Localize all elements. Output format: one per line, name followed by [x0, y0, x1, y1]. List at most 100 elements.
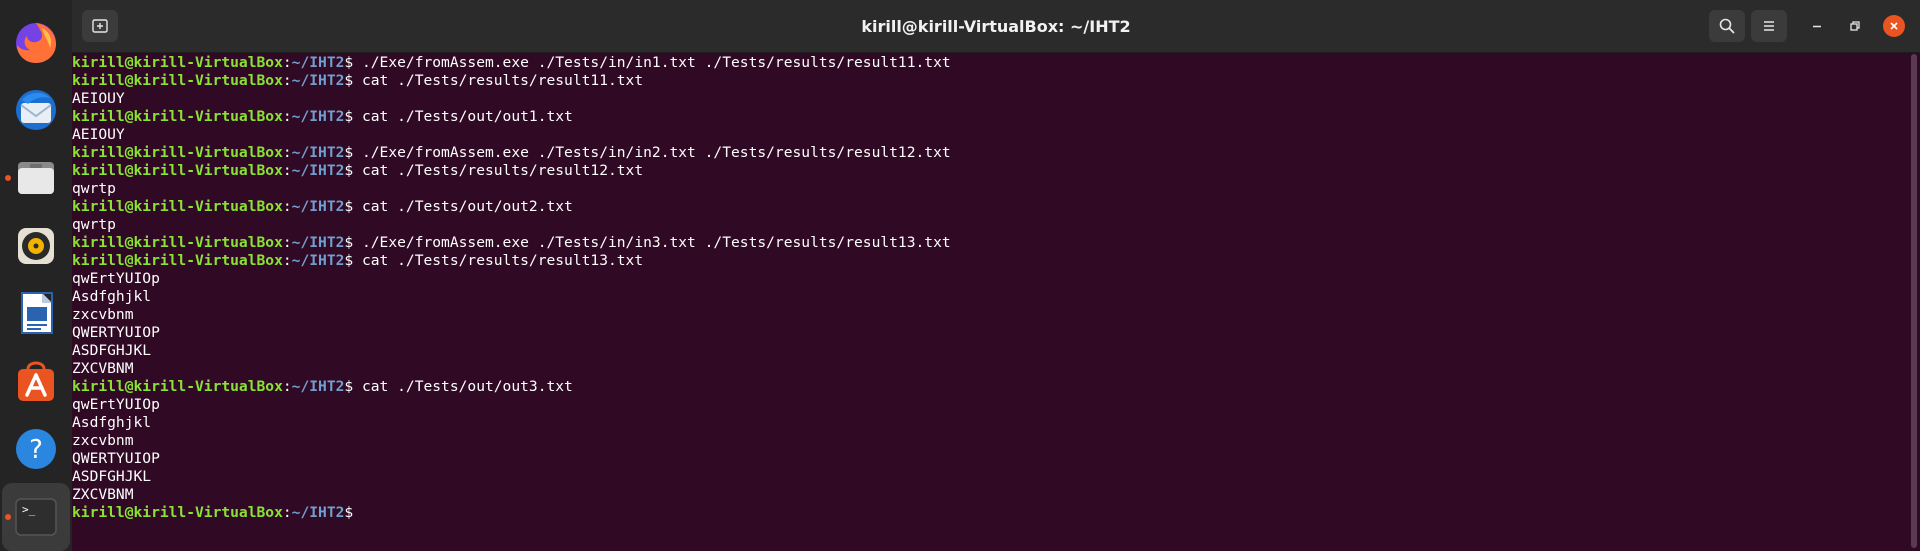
output-line: QWERTYUIOP — [72, 450, 160, 467]
prompt-separator: : — [282, 234, 292, 251]
dock-item-firefox[interactable] — [2, 8, 70, 76]
output-line: ASDFGHJKL — [72, 342, 152, 359]
prompt-path: ~/IHT2 — [291, 162, 345, 179]
output-line: qwrtp — [72, 216, 116, 233]
close-button[interactable] — [1883, 15, 1905, 37]
prompt-path: ~/IHT2 — [291, 72, 345, 89]
maximize-button[interactable] — [1844, 15, 1866, 37]
minimize-icon — [1813, 25, 1821, 28]
prompt-separator: : — [282, 108, 292, 125]
prompt-dollar: $ — [344, 54, 354, 71]
close-icon — [1890, 22, 1898, 30]
command-text: cat ./Tests/out/out3.txt — [353, 378, 573, 395]
dock-item-terminal[interactable]: >_ — [2, 483, 70, 551]
prompt-dollar: $ — [344, 234, 354, 251]
prompt-separator: : — [282, 144, 292, 161]
prompt-user: kirill@kirill-VirtualBox — [72, 72, 283, 89]
hamburger-menu-icon — [1764, 21, 1774, 31]
prompt-dollar: $ — [344, 108, 354, 125]
search-icon — [1719, 18, 1735, 34]
terminal-output[interactable]: kirill@kirill-VirtualBox:~/IHT2$ ./Exe/f… — [72, 52, 1906, 551]
help-icon: ? — [16, 429, 56, 470]
prompt-user: kirill@kirill-VirtualBox — [72, 234, 283, 251]
output-line: Asdfghjkl — [72, 414, 152, 431]
dock-item-software[interactable] — [2, 347, 70, 415]
dock-item-help[interactable]: ? — [2, 415, 70, 483]
prompt-user: kirill@kirill-VirtualBox — [72, 162, 283, 179]
prompt-line: kirill@kirill-VirtualBox:~/IHT2$ ./Exe/f… — [72, 234, 1906, 252]
prompt-line: kirill@kirill-VirtualBox:~/IHT2$ cat ./T… — [72, 162, 1906, 180]
prompt-path: ~/IHT2 — [291, 108, 345, 125]
prompt-separator: : — [282, 162, 292, 179]
prompt-path: ~/IHT2 — [291, 234, 345, 251]
running-indicator — [5, 174, 11, 181]
prompt-line: kirill@kirill-VirtualBox:~/IHT2$ — [72, 504, 1906, 522]
prompt-dollar: $ — [344, 198, 354, 215]
prompt-path: ~/IHT2 — [291, 252, 345, 269]
prompt-line: kirill@kirill-VirtualBox:~/IHT2$ cat ./T… — [72, 108, 1906, 126]
prompt-user: kirill@kirill-VirtualBox — [72, 252, 283, 269]
prompt-line: kirill@kirill-VirtualBox:~/IHT2$ cat ./T… — [72, 72, 1906, 90]
thunderbird-icon — [16, 89, 56, 130]
output-line: AEIOUY — [72, 126, 125, 143]
prompt-path: ~/IHT2 — [291, 144, 345, 161]
dock-item-writer[interactable] — [2, 280, 70, 348]
prompt-path: ~/IHT2 — [291, 378, 345, 395]
running-indicator — [5, 514, 11, 521]
dock-item-files[interactable] — [2, 144, 70, 212]
firefox-icon — [16, 22, 56, 63]
output-line: ZXCVBNM — [72, 486, 134, 503]
svg-text:>_: >_ — [22, 503, 36, 516]
prompt-separator: : — [282, 54, 292, 71]
prompt-dollar: $ — [344, 504, 354, 521]
search-button[interactable] — [1709, 10, 1745, 42]
command-text: cat ./Tests/results/result11.txt — [353, 72, 644, 89]
prompt-user: kirill@kirill-VirtualBox — [72, 198, 283, 215]
prompt-user: kirill@kirill-VirtualBox — [72, 108, 283, 125]
output-line: ASDFGHJKL — [72, 468, 152, 485]
prompt-line: kirill@kirill-VirtualBox:~/IHT2$ ./Exe/f… — [72, 54, 1906, 72]
scrollbar[interactable] — [1911, 54, 1917, 548]
command-text: cat ./Tests/out/out1.txt — [353, 108, 573, 125]
dock-item-thunderbird[interactable] — [2, 76, 70, 144]
command-text: cat ./Tests/out/out2.txt — [353, 198, 573, 215]
dock: ? >_ — [0, 0, 72, 551]
command-text: ./Exe/fromAssem.exe ./Tests/in/in1.txt .… — [353, 54, 951, 71]
prompt-user: kirill@kirill-VirtualBox — [72, 54, 283, 71]
output-line: qwErtYUIOp — [72, 270, 160, 287]
writer-icon — [21, 292, 53, 335]
prompt-separator: : — [282, 198, 292, 215]
command-text: cat ./Tests/results/result13.txt — [353, 252, 644, 269]
terminal-icon: >_ — [15, 498, 57, 536]
prompt-separator: : — [282, 504, 292, 521]
prompt-dollar: $ — [344, 378, 354, 395]
command-text: ./Exe/fromAssem.exe ./Tests/in/in3.txt .… — [353, 234, 951, 251]
prompt-dollar: $ — [344, 162, 354, 179]
prompt-separator: : — [282, 378, 292, 395]
output-line: qwErtYUIOp — [72, 396, 160, 413]
prompt-path: ~/IHT2 — [291, 198, 345, 215]
title-bar[interactable]: kirill@kirill-VirtualBox: ~/IHT2 — [72, 0, 1920, 53]
prompt-separator: : — [282, 252, 292, 269]
prompt-path: ~/IHT2 — [291, 504, 345, 521]
prompt-dollar: $ — [344, 72, 354, 89]
dock-item-rhythmbox[interactable] — [2, 212, 70, 280]
window-title: kirill@kirill-VirtualBox: ~/IHT2 — [861, 16, 1131, 36]
output-line: ZXCVBNM — [72, 360, 134, 377]
prompt-line: kirill@kirill-VirtualBox:~/IHT2$ cat ./T… — [72, 378, 1906, 396]
terminal-window: kirill@kirill-VirtualBox: ~/IHT2 kirill@… — [72, 0, 1920, 551]
command-text: cat ./Tests/results/result12.txt — [353, 162, 644, 179]
prompt-user: kirill@kirill-VirtualBox — [72, 144, 283, 161]
svg-text:?: ? — [29, 435, 43, 465]
prompt-line: kirill@kirill-VirtualBox:~/IHT2$ cat ./T… — [72, 252, 1906, 270]
prompt-user: kirill@kirill-VirtualBox — [72, 504, 283, 521]
minimize-button[interactable] — [1806, 15, 1828, 37]
restore-icon — [1850, 21, 1860, 31]
output-line: AEIOUY — [72, 90, 125, 107]
menu-button[interactable] — [1751, 10, 1787, 42]
prompt-user: kirill@kirill-VirtualBox — [72, 378, 283, 395]
output-line: QWERTYUIOP — [72, 324, 160, 341]
prompt-separator: : — [282, 72, 292, 89]
files-icon — [18, 161, 54, 194]
output-line: Asdfghjkl — [72, 288, 152, 305]
